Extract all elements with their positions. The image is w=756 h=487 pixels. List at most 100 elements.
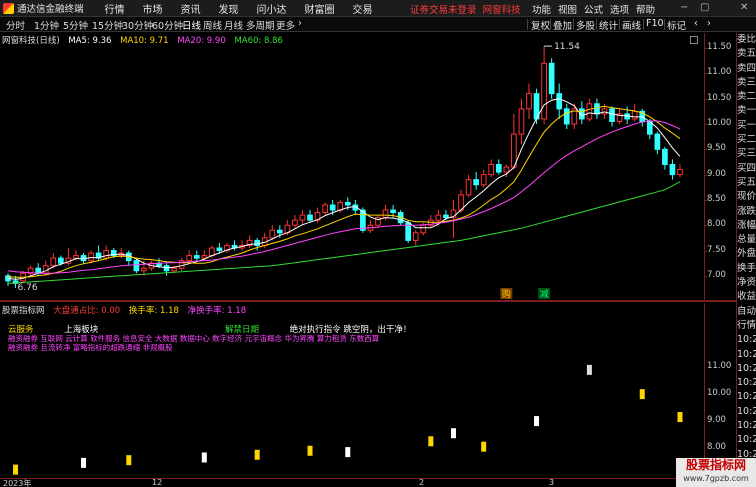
close-icon[interactable]: ✕ bbox=[740, 2, 748, 13]
candle[interactable] bbox=[654, 131, 661, 155]
mark-button[interactable]: 标记 bbox=[667, 18, 686, 32]
candle[interactable] bbox=[450, 199, 457, 238]
quote-column[interactable]: 委比 卖五 卖四 卖三 卖二 卖一 买一 买二 买三 买四 买五 现价 涨跌 涨幅 总量 外盘 换手 净资 收益 自动… bbox=[736, 33, 756, 487]
f10-button[interactable]: F10 bbox=[646, 18, 664, 29]
candle[interactable] bbox=[548, 58, 555, 99]
period-5min[interactable]: 5分钟 bbox=[63, 18, 88, 32]
scroll-right-icon[interactable]: › bbox=[707, 18, 711, 29]
candle[interactable] bbox=[594, 98, 600, 119]
toolbar-separator bbox=[573, 19, 574, 30]
candle[interactable] bbox=[511, 113, 517, 170]
candle[interactable] bbox=[375, 215, 381, 228]
candle-body bbox=[171, 267, 177, 272]
candle[interactable] bbox=[322, 202, 328, 216]
menu-formula[interactable]: 公式 bbox=[584, 2, 603, 16]
quote-label: 卖四 bbox=[737, 62, 756, 74]
candle[interactable] bbox=[95, 245, 102, 261]
candle[interactable] bbox=[662, 146, 668, 170]
candle[interactable] bbox=[163, 263, 170, 276]
candle[interactable] bbox=[367, 220, 374, 233]
menu-ask[interactable]: 问小达 bbox=[248, 1, 296, 16]
candle[interactable] bbox=[579, 101, 585, 125]
candle[interactable] bbox=[193, 250, 200, 261]
stats-button[interactable]: 统计 bbox=[599, 18, 618, 32]
period-daily[interactable]: 日线 bbox=[182, 18, 201, 32]
quote-label: 卖一 bbox=[737, 105, 756, 117]
candle[interactable] bbox=[178, 258, 185, 271]
buy-signal-badge[interactable]: 购 bbox=[500, 288, 513, 300]
period-15min[interactable]: 15分钟 bbox=[92, 18, 123, 32]
overlay-button[interactable]: 叠加 bbox=[553, 18, 572, 32]
period-1min[interactable]: 1分钟 bbox=[34, 18, 59, 32]
candle[interactable] bbox=[473, 172, 479, 190]
candle[interactable] bbox=[526, 83, 532, 119]
period-more-arrow-icon[interactable]: › bbox=[298, 18, 302, 29]
candle[interactable] bbox=[609, 106, 615, 127]
candle[interactable] bbox=[518, 98, 525, 145]
candle[interactable] bbox=[488, 159, 495, 178]
candle[interactable] bbox=[495, 159, 502, 175]
period-30min[interactable]: 30分钟 bbox=[122, 18, 153, 32]
menu-quotes[interactable]: 行情 bbox=[96, 1, 134, 16]
period-multi[interactable]: 多周期 bbox=[246, 18, 275, 32]
candle[interactable] bbox=[292, 215, 298, 228]
candle[interactable] bbox=[624, 106, 630, 125]
candle[interactable] bbox=[224, 242, 230, 254]
quote-label: 卖二 bbox=[737, 91, 756, 103]
multi-stock-button[interactable]: 多股 bbox=[576, 18, 595, 32]
menu-market[interactable]: 市场 bbox=[134, 1, 172, 16]
menu-news[interactable]: 资讯 bbox=[172, 1, 210, 16]
candle[interactable] bbox=[125, 250, 132, 266]
toolbar-separator bbox=[596, 19, 597, 30]
candle[interactable] bbox=[216, 242, 223, 254]
menu-trade[interactable]: 交易 bbox=[344, 1, 382, 16]
quote-label: 委比 bbox=[737, 34, 756, 45]
candle[interactable] bbox=[88, 250, 94, 264]
candle[interactable] bbox=[231, 240, 238, 251]
minimize-icon[interactable]: − bbox=[680, 2, 688, 13]
price-tick-mark bbox=[704, 174, 707, 176]
candle[interactable] bbox=[412, 230, 419, 246]
menu-options[interactable]: 选项 bbox=[610, 2, 629, 16]
candle[interactable] bbox=[563, 103, 570, 130]
candle[interactable] bbox=[541, 46, 547, 125]
candle[interactable] bbox=[458, 189, 464, 213]
toolbar-separator bbox=[550, 19, 551, 30]
candle[interactable] bbox=[631, 103, 638, 122]
price-tick-mark bbox=[704, 48, 707, 50]
candle[interactable] bbox=[299, 210, 306, 226]
menu-wealth[interactable]: 财富圈 bbox=[296, 1, 344, 16]
price-tick-mark bbox=[704, 149, 707, 151]
candle-body bbox=[480, 174, 487, 186]
period-more[interactable]: 更多 bbox=[276, 18, 295, 32]
candle[interactable] bbox=[5, 273, 11, 286]
adjust-button[interactable]: 复权 bbox=[531, 18, 550, 32]
menu-help[interactable]: 帮助 bbox=[636, 2, 655, 16]
candle[interactable] bbox=[27, 265, 34, 276]
scroll-left-icon[interactable]: ‹ bbox=[694, 18, 698, 29]
candle[interactable] bbox=[307, 210, 313, 223]
candle[interactable] bbox=[239, 240, 245, 251]
candle-body bbox=[473, 179, 479, 186]
menu-function[interactable]: 功能 bbox=[532, 2, 551, 16]
period-monthly[interactable]: 月线 bbox=[224, 18, 243, 32]
period-60min[interactable]: 60分钟 bbox=[152, 18, 183, 32]
sell-signal-badge[interactable]: 减 bbox=[538, 288, 551, 300]
candle[interactable] bbox=[480, 169, 487, 188]
candle[interactable] bbox=[427, 215, 434, 228]
candle[interactable] bbox=[616, 108, 623, 125]
maximize-icon[interactable]: ▢ bbox=[700, 2, 709, 13]
login-notice[interactable]: 证劵交易未登录 网窗科技 bbox=[410, 2, 521, 16]
period-intraday[interactable]: 分时 bbox=[6, 18, 25, 32]
menu-view[interactable]: 视图 bbox=[558, 2, 577, 16]
candle[interactable] bbox=[669, 159, 676, 180]
candle[interactable] bbox=[556, 83, 563, 119]
panel-divider[interactable] bbox=[0, 300, 736, 302]
candle[interactable] bbox=[465, 174, 472, 198]
candle[interactable] bbox=[677, 164, 683, 178]
menu-discover[interactable]: 发现 bbox=[210, 1, 248, 16]
candle[interactable] bbox=[246, 235, 253, 248]
candle[interactable] bbox=[65, 247, 72, 266]
draw-line-button[interactable]: 画线 bbox=[622, 18, 641, 32]
period-weekly[interactable]: 周线 bbox=[203, 18, 222, 32]
